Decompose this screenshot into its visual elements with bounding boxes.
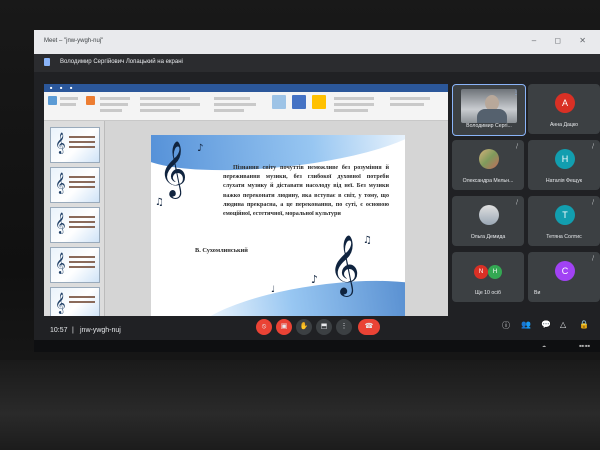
participant-tile[interactable]: Т ⧸ Тетяна Солтис [528, 196, 600, 246]
mic-off-icon: ⦸ [261, 323, 267, 330]
ribbon-tab[interactable]: ■ [50, 85, 52, 90]
ribbon-tabs: ■ ■ ■ [44, 84, 448, 92]
speaking-icon: ⋮ [513, 90, 519, 96]
music-note-icon: ♩ [271, 285, 276, 295]
participant-tile[interactable]: ⧸ Ольга Демида [452, 196, 524, 246]
avatar: С [555, 261, 575, 281]
participant-tile-more[interactable]: N H Ще 10 осіб [452, 252, 524, 302]
current-slide[interactable]: 𝄞 ♪ ♫ 𝄞 ♫ ♪ ♩ Пізнання світу почуттів не… [151, 135, 405, 318]
participant-name: Олександра Мельн... [462, 178, 514, 184]
ribbon-tab[interactable]: ■ [70, 85, 72, 90]
slide-thumbnails: 𝄞 𝄞 𝄞 𝄞 𝄞 [44, 121, 105, 325]
avatar: Т [555, 205, 575, 225]
self-tile[interactable]: С ⧸ Ви [528, 252, 600, 302]
weather-icon[interactable]: ☁ [542, 343, 546, 348]
participant-name: Ви [534, 290, 541, 296]
shapes-icon[interactable] [272, 95, 286, 109]
slide-author: В. Сухомлинський [195, 247, 248, 254]
treble-clef-icon: 𝄞 [329, 235, 360, 295]
meeting-code[interactable]: jnw-ywgh-nuj [80, 327, 121, 334]
host-controls-icon[interactable]: 🔒 [579, 320, 589, 329]
hand-icon: ✋ [299, 323, 309, 330]
participant-name: Володимир Сергі... [466, 123, 512, 129]
participant-tile[interactable]: ⧸ Олександра Мельн... [452, 140, 524, 190]
mic-off-icon: ⧸ [515, 144, 518, 150]
participant-tile[interactable]: Н ⧸ Наталія Фещук [528, 140, 600, 190]
participant-tile[interactable]: ⋮ Володимир Сергі... [452, 84, 526, 136]
mic-off-button[interactable]: ⦸ [256, 319, 272, 335]
camera-off-icon: ▣ [280, 323, 288, 330]
slide-thumbnail[interactable]: 𝄞 [50, 167, 100, 203]
camera-off-button[interactable]: ▣ [276, 319, 292, 335]
participant-name: Наталія Фещук [545, 178, 583, 184]
more-options-button[interactable]: ⋮ [336, 319, 352, 335]
participant-video [461, 89, 517, 123]
people-icon[interactable]: 👥 [521, 320, 531, 329]
slide-quote: Пізнання світу почуттів неможливе без ро… [223, 165, 389, 218]
shared-screen: ■ ■ ■ 𝄞 𝄞 𝄞 𝄞 𝄞 𝄞 ♪ ♫ 𝄞 ♫ ♪ ♩ Пізнання с… [44, 84, 448, 338]
mic-off-icon: ⧸ [591, 144, 594, 150]
more-vert-icon: ⋮ [340, 323, 348, 330]
music-note-icon: ♪ [311, 273, 319, 286]
activities-icon[interactable]: △ [560, 320, 566, 329]
screen: Meet – "jnw-ywgh-nuj" – ◻ ✕ Володимир Се… [34, 30, 600, 350]
music-note-icon: ♫ [363, 235, 372, 246]
present-icon: ⬒ [320, 323, 328, 330]
present-icon [44, 58, 50, 66]
browser-tab-title[interactable]: Meet – "jnw-ywgh-nuj" [44, 38, 103, 44]
participant-name: Тетяна Солтис [546, 234, 582, 240]
participant-name: Ольга Демида [470, 234, 506, 240]
slide-workspace: 𝄞 ♪ ♫ 𝄞 ♫ ♪ ♩ Пізнання світу почуттів не… [105, 121, 448, 325]
meeting-time: 10:57 [50, 327, 68, 334]
mic-off-icon: ⧸ [515, 200, 518, 206]
presenter-banner-text: Володимир Сергійович Лопацький на екрані [60, 59, 183, 65]
raise-hand-button[interactable]: ✋ [296, 319, 312, 335]
avatar: Н [555, 149, 575, 169]
tray-clock[interactable]: ■■:■■ [579, 343, 590, 348]
chat-icon[interactable]: 💬 [541, 320, 551, 329]
participant-name: Анна Дацко [549, 122, 579, 128]
participant-tile[interactable]: А Анна Дацко [528, 84, 600, 134]
music-note-icon: ♫ [155, 197, 164, 208]
treble-clef-icon: 𝄞 [159, 141, 188, 197]
slide-thumbnail[interactable]: 𝄞 [50, 287, 100, 319]
avatar: H [488, 265, 502, 279]
ribbon-tab[interactable]: ■ [60, 85, 62, 90]
avatar-photo [479, 205, 499, 225]
browser-title-bar: Meet – "jnw-ywgh-nuj" – ◻ ✕ [34, 30, 600, 54]
music-note-icon: ♪ [197, 143, 204, 154]
window-controls[interactable]: – ◻ ✕ [532, 36, 594, 45]
mic-off-icon: ⧸ [591, 200, 594, 206]
presenter-banner: Володимир Сергійович Лопацький на екрані [34, 54, 600, 72]
info-icon[interactable]: ⓘ [502, 320, 510, 331]
windows-taskbar: ☁ ■■:■■ [34, 340, 600, 352]
slide-thumbnail[interactable]: 𝄞 [50, 127, 100, 163]
phone-hangup-icon: ☎ [364, 323, 374, 330]
paste-icon[interactable] [48, 96, 57, 105]
quick-styles-icon[interactable] [312, 95, 326, 109]
avatar: N [474, 265, 488, 279]
arrange-icon[interactable] [292, 95, 306, 109]
separator: | [72, 327, 74, 334]
laptop-base [0, 360, 600, 450]
ribbon-toolbar [44, 92, 448, 121]
new-slide-icon[interactable] [86, 96, 95, 105]
decorative-wave [187, 267, 405, 318]
present-button[interactable]: ⬒ [316, 319, 332, 335]
more-participants-label: Ще 10 осіб [474, 290, 501, 296]
avatar-photo [479, 149, 499, 169]
slide-thumbnail[interactable]: 𝄞 [50, 247, 100, 283]
slide-thumbnail[interactable]: 𝄞 [50, 207, 100, 243]
hang-up-button[interactable]: ☎ [358, 319, 380, 335]
avatar: А [555, 93, 575, 113]
mic-off-icon: ⧸ [591, 256, 594, 262]
